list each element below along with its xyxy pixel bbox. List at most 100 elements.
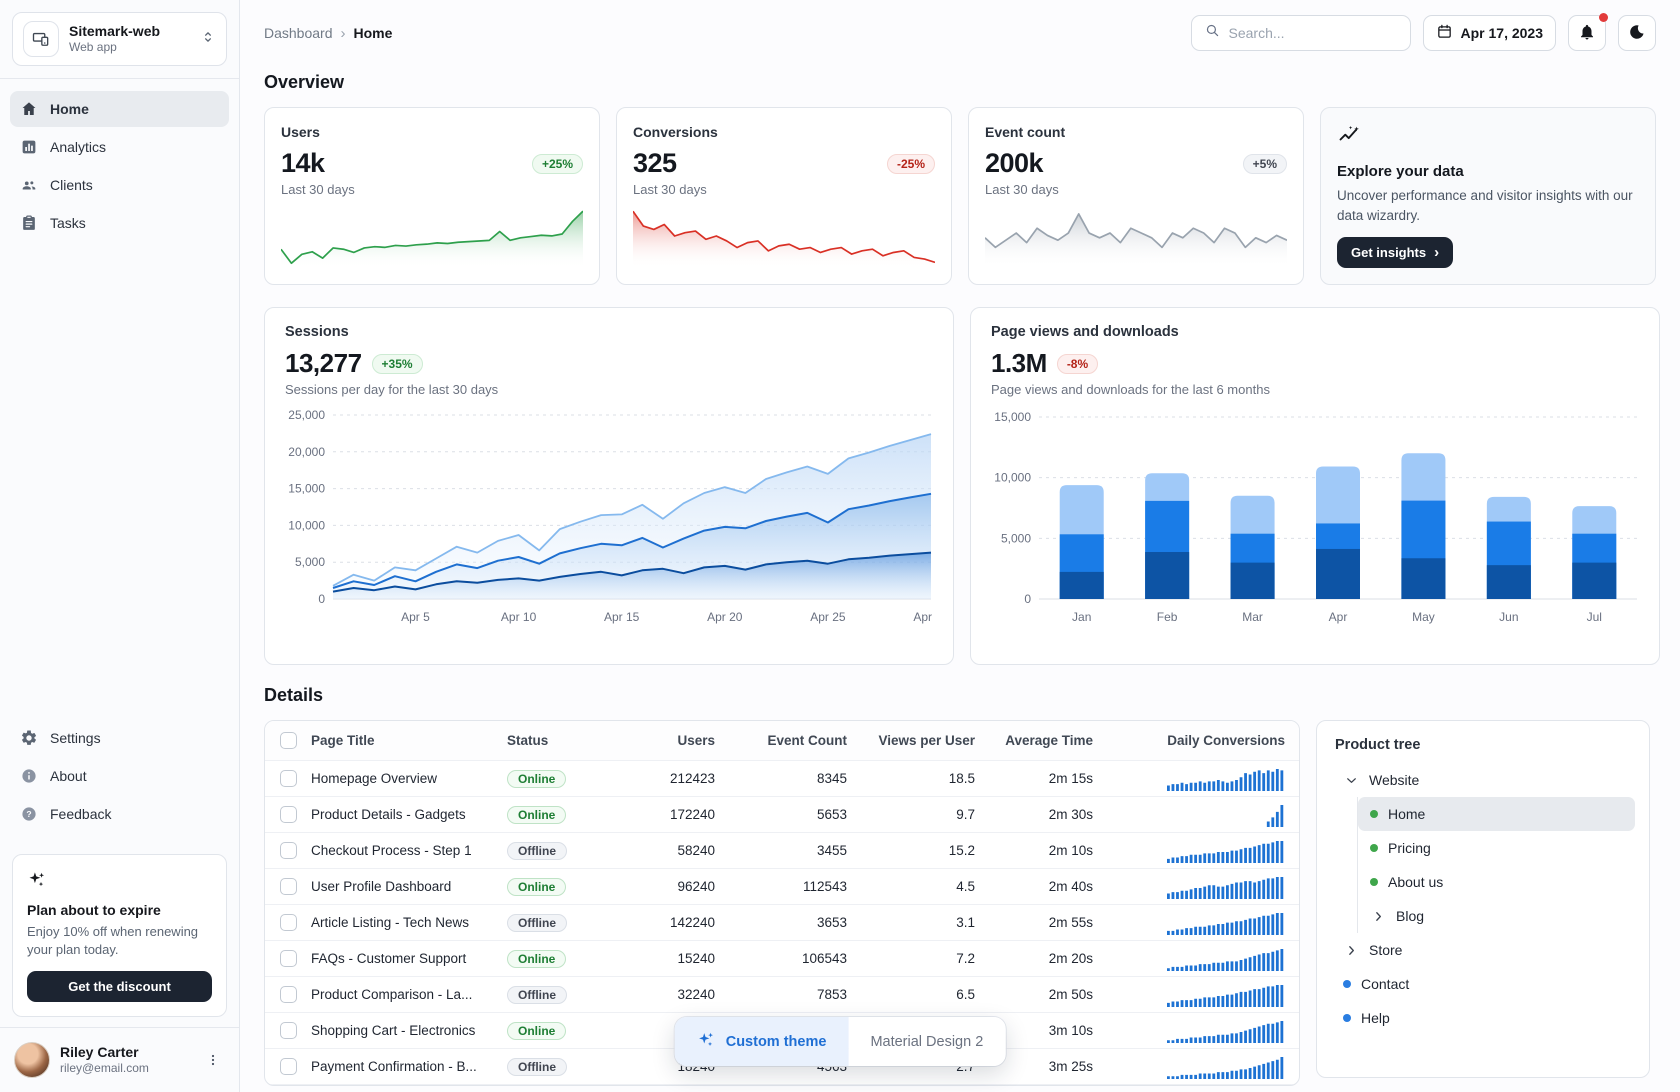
green-dot-icon — [1370, 810, 1378, 818]
stat-sparkline — [985, 204, 1287, 268]
tree-item-label: Contact — [1361, 976, 1409, 992]
app-root: Sitemark-web Web app Home Analytics Clie… — [0, 0, 1680, 1092]
sidebar-item-settings[interactable]: Settings — [10, 720, 229, 756]
settings-icon — [20, 729, 38, 747]
tree-item-pricing[interactable]: Pricing — [1358, 831, 1635, 865]
stat-card-conversions: Conversions 325 -25% Last 30 days — [616, 107, 952, 285]
user-name: Riley Carter — [60, 1044, 191, 1062]
chevron-right-icon — [1343, 942, 1359, 958]
svg-text:May: May — [1412, 610, 1435, 624]
row-checkbox[interactable] — [280, 914, 297, 931]
status-badge: Offline — [507, 1058, 567, 1076]
cell-users: 172240 — [603, 807, 715, 822]
pageviews-chart-card: Page views and downloads 1.3M -8% Page v… — [970, 307, 1660, 665]
overview-heading: Overview — [264, 72, 1656, 93]
cell-views-per-user: 18.5 — [847, 771, 975, 786]
explore-data-card: Explore your data Uncover performance an… — [1320, 107, 1656, 285]
search-input[interactable] — [1229, 25, 1410, 41]
table-row: Product Details - Gadgets Online 172240 … — [265, 797, 1299, 833]
cell-users: 32240 — [603, 987, 715, 1002]
workspace-selector[interactable]: Sitemark-web Web app — [12, 12, 227, 66]
dark-mode-toggle-button[interactable] — [1618, 15, 1656, 51]
charts-row: Sessions 13,277 +35% Sessions per day fo… — [264, 307, 1656, 665]
insights-icon — [1337, 124, 1361, 153]
tree-item-help[interactable]: Help — [1331, 1001, 1635, 1035]
bell-icon — [1578, 23, 1596, 44]
status-badge: Offline — [507, 914, 567, 932]
row-checkbox[interactable] — [280, 986, 297, 1003]
svg-text:10,000: 10,000 — [288, 518, 325, 532]
svg-text:Apr 15: Apr 15 — [604, 610, 640, 624]
svg-text:Apr 30: Apr 30 — [913, 610, 933, 624]
promo-body: Uncover performance and visitor insights… — [1337, 186, 1639, 225]
daily-conversions-sparkline — [1093, 875, 1285, 899]
cell-views-per-user: 15.2 — [847, 843, 975, 858]
status-badge: Offline — [507, 842, 567, 860]
tree-item-about-us[interactable]: About us — [1358, 865, 1635, 899]
tree-item-website[interactable]: Website — [1331, 763, 1635, 797]
sidebar-item-tasks[interactable]: Tasks — [10, 205, 229, 241]
tree-item-blog[interactable]: Blog — [1358, 899, 1635, 933]
row-checkbox[interactable] — [280, 842, 297, 859]
stat-title: Event count — [985, 124, 1287, 140]
svg-text:5,000: 5,000 — [1001, 531, 1031, 545]
svg-text:Jul: Jul — [1587, 610, 1602, 624]
home-icon — [20, 100, 38, 118]
status-badge: Online — [507, 1022, 566, 1040]
pageviews-caption: Page views and downloads for the last 6 … — [991, 382, 1639, 397]
sidebar-item-label: Feedback — [50, 806, 111, 822]
daily-conversions-sparkline — [1093, 911, 1285, 935]
sidebar: Sitemark-web Web app Home Analytics Clie… — [0, 0, 240, 1092]
cell-average-time: 2m 15s — [975, 771, 1093, 786]
stat-value: 14k — [281, 148, 325, 179]
sparkle-blue-icon — [697, 1030, 716, 1053]
cell-average-time: 2m 10s — [975, 843, 1093, 858]
tree-item-label: Home — [1388, 806, 1425, 822]
daily-conversions-sparkline — [1093, 803, 1285, 827]
sidebar-item-feedback[interactable]: ? Feedback — [10, 796, 229, 832]
date-picker-button[interactable]: Apr 17, 2023 — [1423, 15, 1557, 51]
sidebar-item-analytics[interactable]: Analytics — [10, 129, 229, 165]
pageviews-title: Page views and downloads — [991, 324, 1639, 340]
select-all-checkbox[interactable] — [280, 732, 297, 749]
plan-card-title: Plan about to expire — [27, 902, 212, 918]
search-box — [1191, 15, 1411, 51]
col-views-per-user: Views per User — [847, 733, 975, 748]
row-checkbox[interactable] — [280, 806, 297, 823]
chevron-down-icon — [1343, 772, 1359, 788]
help-icon: ? — [20, 805, 38, 823]
info-icon — [20, 767, 38, 785]
breadcrumb-dashboard[interactable]: Dashboard — [264, 25, 333, 41]
get-insights-button[interactable]: Get insights › — [1337, 237, 1453, 268]
workspace-name: Sitemark-web — [69, 23, 190, 41]
custom-theme-option[interactable]: Custom theme — [675, 1017, 849, 1066]
row-checkbox[interactable] — [280, 950, 297, 967]
row-checkbox[interactable] — [280, 770, 297, 787]
notifications-button[interactable] — [1568, 15, 1606, 51]
sessions-value: 13,277 — [285, 348, 362, 379]
user-menu-kebab-icon[interactable] — [201, 1048, 225, 1072]
tree-item-home[interactable]: Home — [1358, 797, 1635, 831]
stat-value: 325 — [633, 148, 677, 179]
sparkle-icon — [27, 876, 47, 893]
material-design-2-option[interactable]: Material Design 2 — [848, 1017, 1005, 1066]
notification-badge — [1599, 13, 1608, 22]
stat-sparkline — [633, 204, 935, 268]
cell-average-time: 2m 30s — [975, 807, 1093, 822]
blue-dot-icon — [1343, 980, 1351, 988]
row-checkbox[interactable] — [280, 1058, 297, 1075]
cell-event-count: 3653 — [715, 915, 847, 930]
sidebar-item-clients[interactable]: Clients — [10, 167, 229, 203]
details-heading: Details — [264, 685, 1656, 706]
tree-item-store[interactable]: Store — [1331, 933, 1635, 967]
row-checkbox[interactable] — [280, 1022, 297, 1039]
get-discount-button[interactable]: Get the discount — [27, 971, 212, 1002]
sidebar-item-home[interactable]: Home — [10, 91, 229, 127]
sidebar-item-label: Home — [50, 101, 89, 117]
row-checkbox[interactable] — [280, 878, 297, 895]
sidebar-item-about[interactable]: About — [10, 758, 229, 794]
analytics-icon — [20, 138, 38, 156]
svg-text:Feb: Feb — [1157, 610, 1178, 624]
cell-event-count: 112543 — [715, 879, 847, 894]
tree-item-contact[interactable]: Contact — [1331, 967, 1635, 1001]
